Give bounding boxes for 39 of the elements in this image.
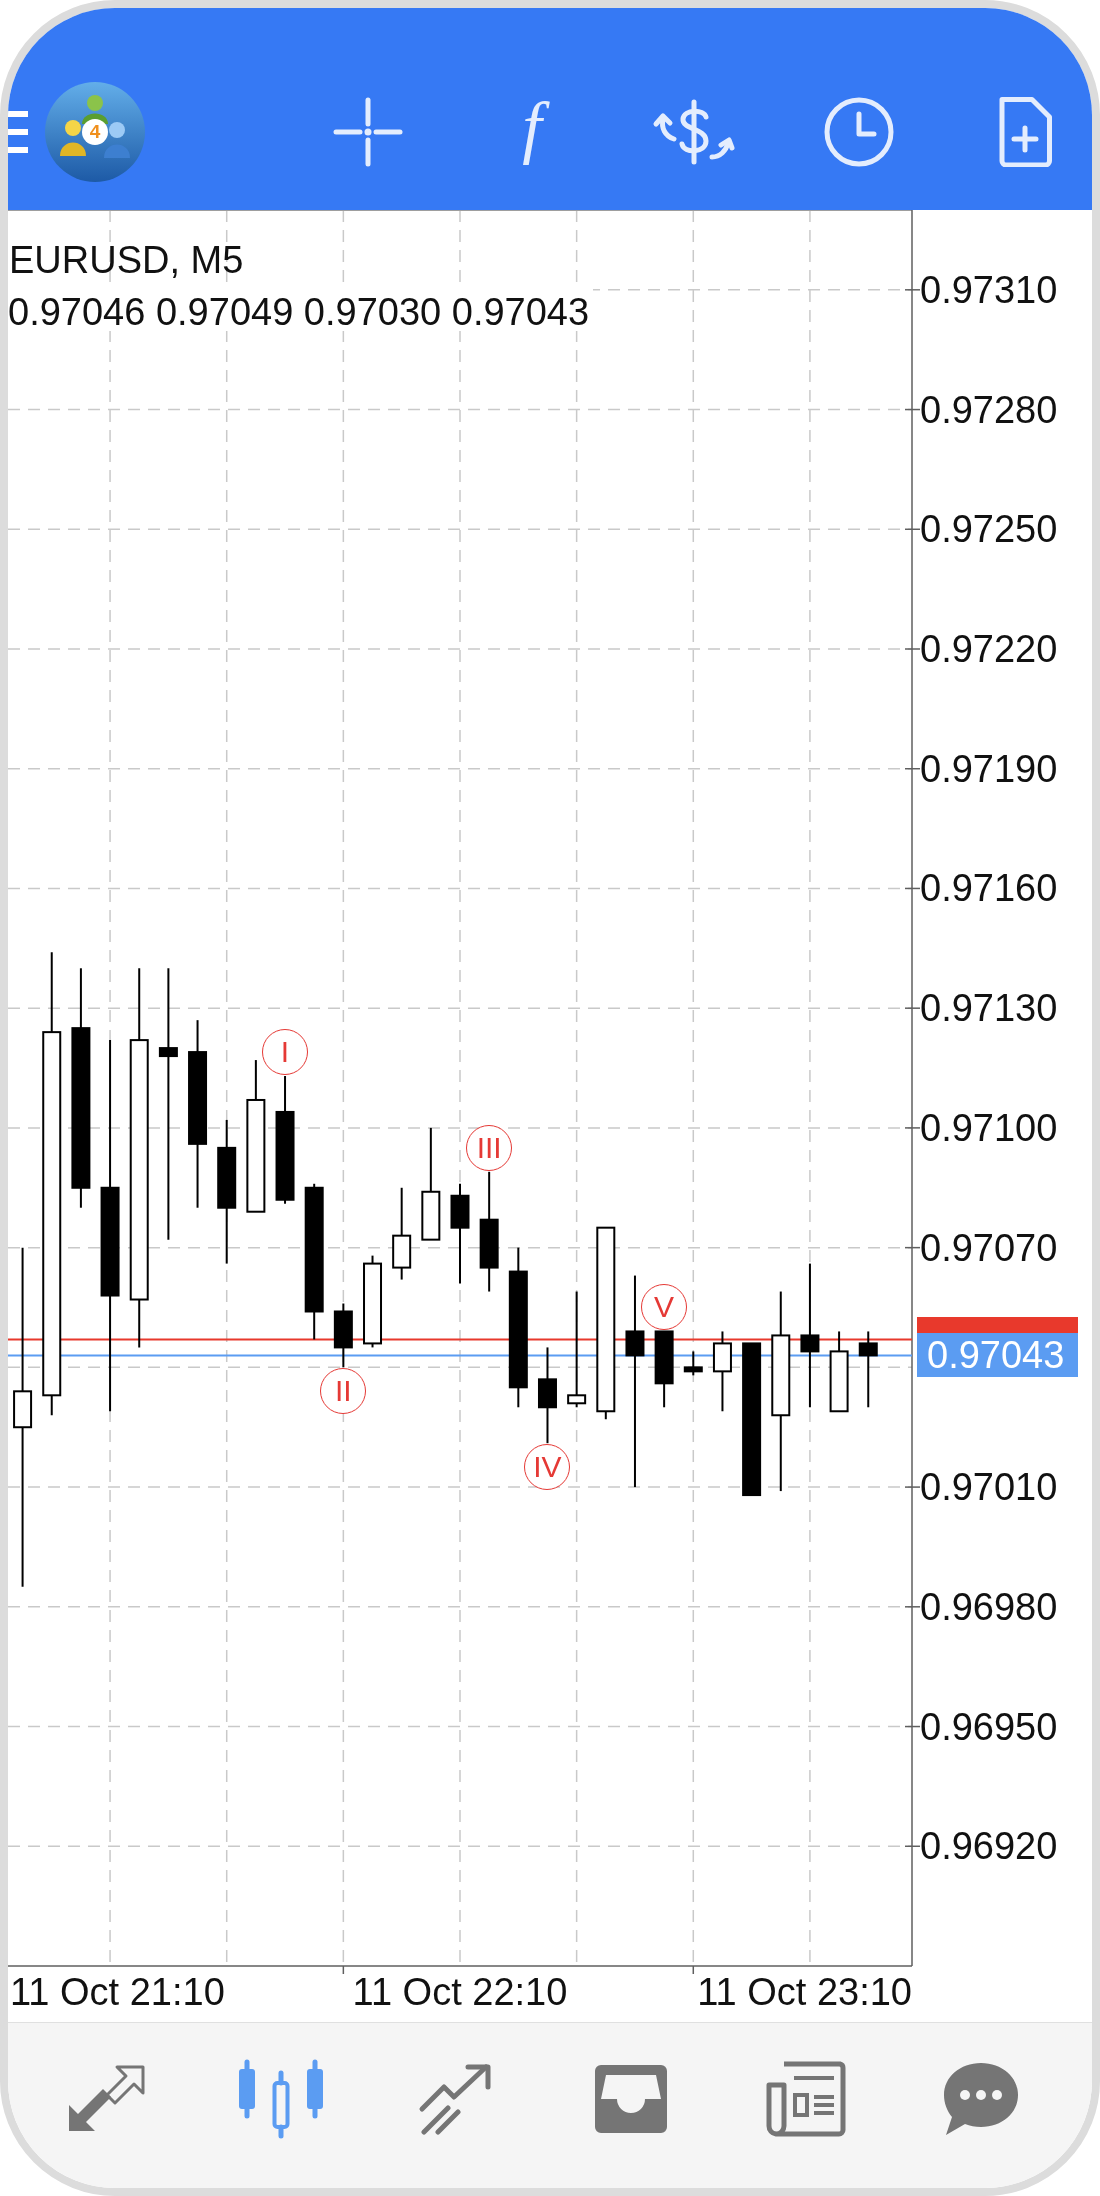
price-axis-label: 0.97160 xyxy=(920,869,1058,908)
app-logo[interactable]: 4 xyxy=(45,82,145,182)
clock-icon[interactable] xyxy=(824,97,894,167)
wave-label: V xyxy=(641,1284,688,1331)
price-axis-label: 0.97220 xyxy=(920,630,1058,668)
candlestick-icon[interactable] xyxy=(236,2059,326,2139)
price-axis-label: 0.97250 xyxy=(920,510,1058,549)
time-axis-label: 11 Oct 22:10 xyxy=(352,1973,568,2011)
arrows-icon[interactable] xyxy=(67,2065,145,2133)
document-plus-icon[interactable] xyxy=(996,97,1052,167)
bearish-candle xyxy=(333,1302,353,1369)
wave-label: IV xyxy=(524,1444,571,1491)
trend-arrow-icon[interactable] xyxy=(418,2063,494,2135)
price-axis-label: 0.96980 xyxy=(920,1587,1058,1626)
ohlc-values: 0.97046 0.97049 0.97030 0.97043 xyxy=(8,287,594,331)
price-axis-label: 0.97310 xyxy=(920,270,1058,309)
chart-title: EURUSD, M5 xyxy=(9,241,244,279)
time-axis-label: 11 Oct 23:10 xyxy=(697,1973,912,2011)
price-axis-label: 0.97100 xyxy=(920,1108,1058,1147)
bearish-candle xyxy=(683,1350,703,1377)
price-axis-label: 0.97130 xyxy=(920,989,1058,1028)
wave-label: III xyxy=(466,1124,513,1171)
price-axis-label: 0.97070 xyxy=(920,1228,1058,1267)
wave-label: I xyxy=(262,1029,309,1075)
crosshair-icon[interactable] xyxy=(333,97,403,167)
price-axis-label: 0.97190 xyxy=(920,749,1058,788)
newspaper-icon[interactable] xyxy=(766,2061,846,2137)
speech-bubble-icon[interactable] xyxy=(942,2061,1020,2137)
price-axis-label: 0.97010 xyxy=(920,1468,1058,1507)
price-axis-label: 0.96920 xyxy=(920,1827,1058,1866)
inbox-tray-icon[interactable] xyxy=(593,2065,669,2133)
function-button[interactable]: f xyxy=(507,94,557,170)
price-axis-label: 0.97280 xyxy=(920,390,1058,429)
logo-badge: 4 xyxy=(82,119,108,145)
time-axis-label: 11 Oct 21:10 xyxy=(10,1973,225,2011)
menu-icon[interactable] xyxy=(8,110,28,154)
price-tag: 0.97043 xyxy=(917,1333,1078,1378)
wave-label: II xyxy=(320,1368,367,1415)
price-axis-label: 0.96950 xyxy=(920,1707,1058,1746)
